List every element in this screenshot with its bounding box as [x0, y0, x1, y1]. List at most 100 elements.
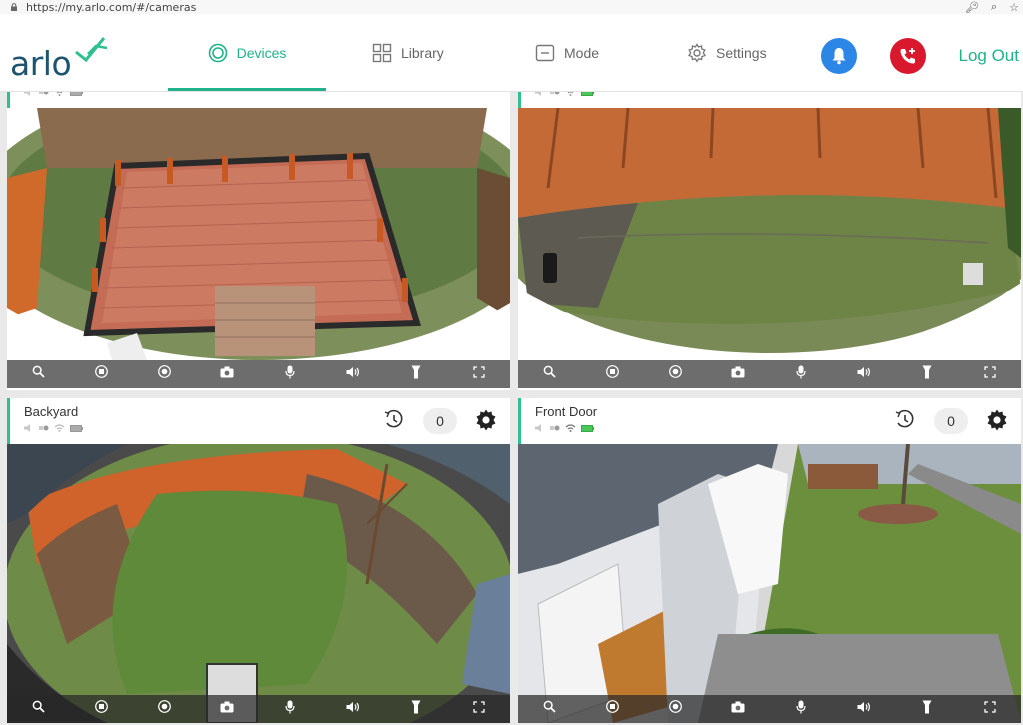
record-icon	[668, 365, 682, 383]
spotlight-icon	[922, 365, 932, 384]
backyard-feed-image	[7, 444, 510, 723]
fullscreen-icon	[983, 700, 996, 718]
camera-tile-header	[518, 92, 1021, 108]
camera-settings-gear-icon[interactable]	[985, 408, 1009, 432]
logout-link[interactable]: Log Out	[959, 46, 1020, 66]
camera-feed-backyard[interactable]	[7, 444, 510, 723]
library-grid-icon	[372, 43, 392, 62]
camera-controls-bar	[518, 695, 1021, 723]
stop-icon	[605, 700, 619, 718]
zoom-button[interactable]	[27, 363, 49, 385]
nav-mode[interactable]: Mode	[535, 14, 599, 91]
record-button[interactable]	[153, 363, 175, 385]
record-button[interactable]	[153, 698, 175, 720]
volume-button[interactable]	[342, 363, 364, 385]
wifi-icon	[567, 92, 574, 96]
snapshot-button[interactable]	[216, 698, 238, 720]
spotlight-button[interactable]	[405, 363, 427, 385]
sideyard-feed-image	[518, 108, 1021, 360]
microphone-icon	[285, 700, 295, 719]
key-icon[interactable]: 🔑︎	[965, 1, 979, 14]
motion-icon	[39, 425, 49, 431]
spotlight-button[interactable]	[405, 698, 427, 720]
stop-button[interactable]	[601, 698, 623, 720]
record-icon	[157, 365, 171, 383]
fullscreen-button[interactable]	[468, 363, 490, 385]
zoom-icon[interactable]: ⌕	[991, 0, 997, 14]
snapshot-button[interactable]	[727, 363, 749, 385]
nav-devices[interactable]: Devices	[168, 14, 326, 91]
zoom-button[interactable]	[538, 363, 560, 385]
emergency-call-button[interactable]	[890, 38, 926, 74]
zoom-button[interactable]	[538, 698, 560, 720]
wifi-icon	[54, 424, 65, 432]
spotlight-button[interactable]	[916, 363, 938, 385]
volume-button[interactable]	[342, 698, 364, 720]
record-button[interactable]	[664, 698, 686, 720]
battery-icon	[70, 92, 83, 96]
nav-mode-label: Mode	[564, 44, 600, 61]
camera-status-icons	[535, 424, 594, 432]
battery-icon	[581, 92, 594, 96]
microphone-button[interactable]	[790, 698, 812, 720]
devices-icon	[208, 43, 227, 62]
spotlight-button[interactable]	[916, 698, 938, 720]
stop-button[interactable]	[90, 698, 112, 720]
stop-button[interactable]	[90, 363, 112, 385]
spotlight-icon	[922, 700, 932, 719]
camera-settings-gear-icon[interactable]	[474, 408, 498, 432]
microphone-button[interactable]	[279, 363, 301, 385]
speaker-muted-icon	[535, 424, 541, 432]
microphone-button[interactable]	[279, 698, 301, 720]
microphone-button[interactable]	[790, 363, 812, 385]
camera-name: Backyard	[24, 404, 79, 419]
snapshot-icon	[220, 365, 234, 383]
camera-tile-sideyard	[518, 92, 1021, 390]
snapshot-button[interactable]	[216, 363, 238, 385]
notifications-button[interactable]	[821, 38, 857, 74]
camera-status-icons	[24, 92, 83, 96]
history-clock-icon[interactable]	[895, 409, 915, 431]
app-header: arlo Devices Library Mode Settings Log O…	[0, 14, 1023, 92]
logo-text: arlo	[10, 44, 72, 83]
snapshot-icon	[220, 700, 234, 718]
battery-icon	[70, 424, 83, 432]
nav-library[interactable]: Library	[372, 14, 444, 91]
camera-feed-sideyard[interactable]	[518, 108, 1021, 360]
volume-icon	[346, 700, 360, 718]
nav-settings[interactable]: Settings	[687, 14, 767, 91]
history-clock-icon[interactable]	[384, 409, 404, 431]
arlo-logo[interactable]: arlo	[10, 36, 110, 83]
zoom-icon	[32, 700, 45, 718]
camera-tile-backyard: Backyard 0	[7, 398, 510, 723]
event-count-badge[interactable]: 0	[423, 408, 457, 434]
camera-name: Front Door	[535, 404, 598, 419]
zoom-icon	[32, 365, 45, 383]
fullscreen-icon	[472, 365, 485, 383]
bookmark-star-icon[interactable]: ☆	[1009, 1, 1019, 14]
spotlight-icon	[411, 700, 421, 719]
camera-feed-deck[interactable]	[7, 108, 510, 360]
record-icon	[157, 700, 171, 718]
settings-gear-icon	[688, 42, 706, 62]
camera-feed-front-door[interactable]	[518, 444, 1021, 723]
volume-button[interactable]	[853, 698, 875, 720]
snapshot-icon	[731, 700, 745, 718]
wifi-icon	[565, 424, 576, 432]
stop-button[interactable]	[601, 363, 623, 385]
fullscreen-button[interactable]	[979, 698, 1001, 720]
volume-button[interactable]	[853, 363, 875, 385]
zoom-button[interactable]	[27, 698, 49, 720]
browser-address-bar[interactable]: https://my.arlo.com/#/cameras 🔑︎ ⌕ ☆	[0, 0, 1023, 14]
arlo-bird-icon	[75, 37, 108, 62]
record-button[interactable]	[664, 363, 686, 385]
fullscreen-button[interactable]	[979, 363, 1001, 385]
stop-icon	[605, 365, 619, 383]
speaker-muted-icon	[24, 92, 30, 96]
event-count-badge[interactable]: 0	[934, 408, 968, 434]
microphone-icon	[285, 365, 295, 384]
stop-icon	[94, 365, 108, 383]
snapshot-button[interactable]	[727, 698, 749, 720]
fullscreen-button[interactable]	[468, 698, 490, 720]
camera-status-icons	[535, 92, 594, 96]
